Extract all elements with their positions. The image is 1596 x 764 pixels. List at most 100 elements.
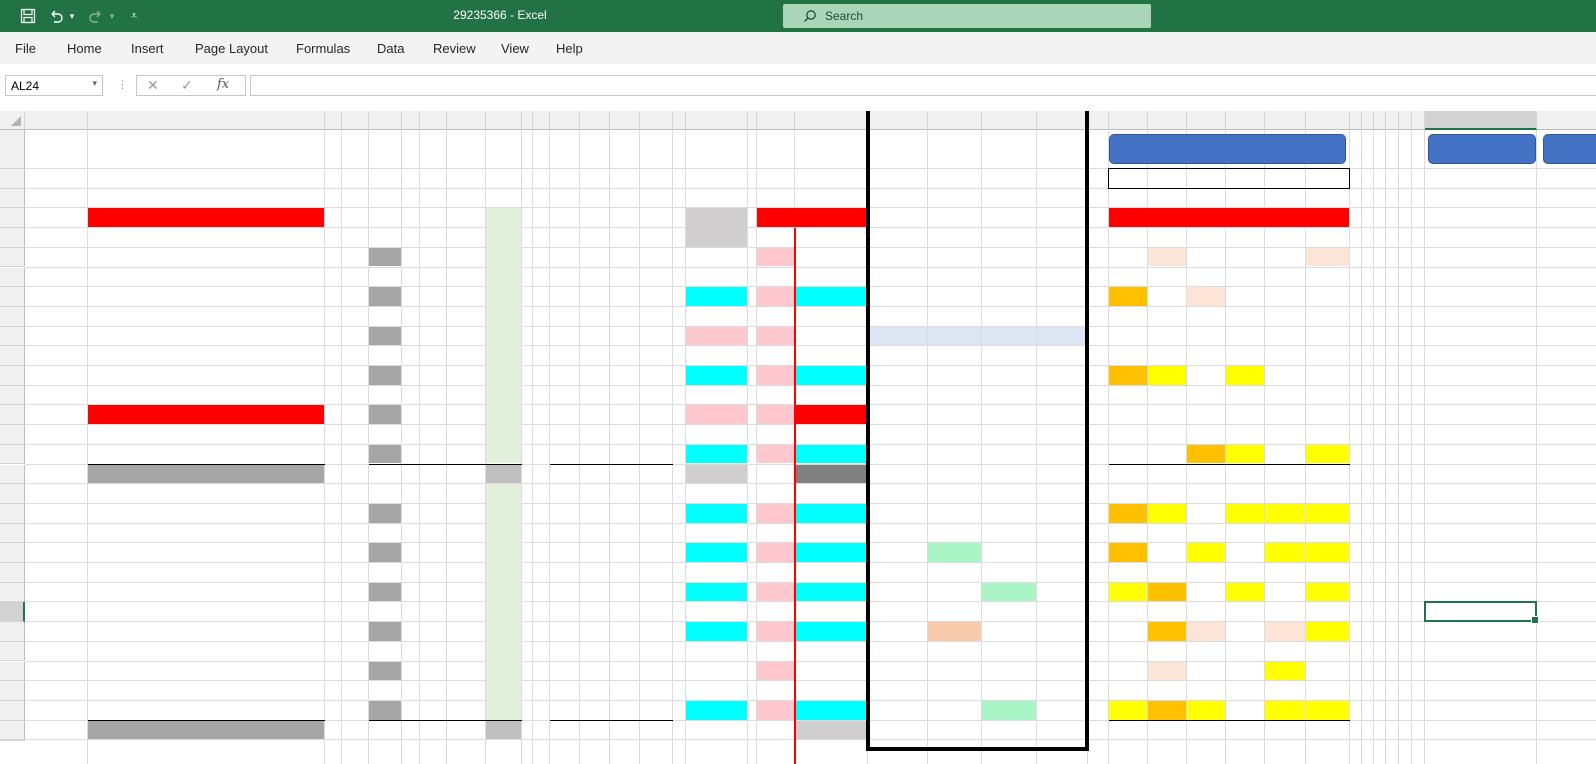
row-header-11[interactable] [0, 346, 25, 366]
partial-button[interactable] [1543, 134, 1596, 164]
row-header-24[interactable] [0, 602, 25, 623]
row-header-30[interactable] [0, 720, 25, 741]
column-header-h[interactable] [447, 111, 486, 130]
worksheet-grid[interactable] [0, 111, 1596, 764]
column-header-o[interactable] [640, 111, 673, 130]
column-header-ab[interactable] [1187, 111, 1226, 130]
column-header-j[interactable] [522, 111, 533, 130]
column-header-l[interactable] [550, 111, 580, 130]
row-header-13[interactable] [0, 385, 25, 406]
column-header-aj[interactable] [1399, 111, 1412, 130]
column-header-n[interactable] [610, 111, 640, 130]
column-header-af[interactable] [1350, 111, 1362, 130]
row-header-19[interactable] [0, 503, 25, 524]
row-header-17[interactable] [0, 464, 25, 485]
pm-cell [757, 582, 794, 602]
column-header-f[interactable] [402, 111, 420, 130]
row-header-2[interactable] [0, 169, 25, 189]
column-header-r[interactable] [748, 111, 757, 130]
row-header-7[interactable] [0, 267, 25, 288]
column-header-g[interactable] [420, 111, 447, 130]
menu-view[interactable]: View [501, 41, 529, 56]
count-cell-e [369, 661, 401, 681]
row-header-9[interactable] [0, 306, 25, 327]
select-all-corner[interactable] [0, 111, 25, 130]
column-header-k[interactable] [533, 111, 550, 130]
menu-insert[interactable]: Insert [131, 41, 164, 56]
column-header-ad[interactable] [1265, 111, 1306, 130]
column-header-ae[interactable] [1306, 111, 1350, 130]
dkey-z-button[interactable] [1428, 134, 1536, 164]
column-header-partial[interactable] [1537, 111, 1596, 130]
row-header-5[interactable] [0, 228, 25, 248]
count-cell-e [369, 503, 401, 523]
column-header-ai[interactable] [1386, 111, 1399, 130]
column-header-s[interactable] [757, 111, 795, 130]
row-header-6[interactable] [0, 247, 25, 268]
column-header-b[interactable] [88, 111, 325, 130]
menu-review[interactable]: Review [433, 41, 476, 56]
gridline-vertical [1398, 130, 1399, 764]
pair-value-cell [1226, 701, 1264, 720]
search-box[interactable]: Search [783, 4, 1151, 28]
row-header-10[interactable] [0, 326, 25, 347]
digit-cell [550, 701, 579, 720]
menu-data[interactable]: Data [377, 41, 404, 56]
column-header-y[interactable] [1088, 111, 1109, 130]
pair-value-cell [1109, 543, 1147, 562]
row-header-18[interactable] [0, 484, 25, 504]
column-header-a[interactable] [25, 111, 88, 130]
row-header-31[interactable] [0, 740, 25, 742]
row-header-26[interactable] [0, 641, 25, 662]
row-header-1[interactable] [0, 130, 25, 169]
fx-icon[interactable]: fx [217, 77, 229, 92]
selected-cell-al24[interactable] [1424, 601, 1539, 625]
formula-input[interactable] [250, 75, 1596, 96]
column-header-m[interactable] [580, 111, 610, 130]
pair-value-cell [1109, 248, 1147, 267]
consecutive-trig-pairs-button[interactable] [1109, 134, 1346, 164]
column-header-z[interactable] [1109, 111, 1148, 130]
menu-help[interactable]: Help [556, 41, 583, 56]
row-header-15[interactable] [0, 425, 25, 445]
column-header-ak[interactable] [1412, 111, 1425, 130]
row-header-29[interactable] [0, 700, 25, 721]
column-header-t[interactable] [795, 111, 868, 130]
row-header-22[interactable] [0, 563, 25, 583]
row-header-12[interactable] [0, 366, 25, 386]
column-header-aa[interactable] [1148, 111, 1187, 130]
column-header-p[interactable] [673, 111, 686, 130]
row-header-21[interactable] [0, 543, 25, 563]
pair-value-cell [1306, 444, 1349, 464]
pm-cell [757, 543, 794, 562]
column-header-e[interactable] [369, 111, 402, 130]
column-header-d[interactable] [342, 111, 369, 130]
row-header-23[interactable] [0, 582, 25, 603]
column-header-ac[interactable] [1226, 111, 1265, 130]
column-header-q[interactable] [686, 111, 748, 130]
column-header-ag[interactable] [1362, 111, 1374, 130]
row-header-25[interactable] [0, 622, 25, 642]
menu-formulas[interactable]: Formulas [296, 41, 350, 56]
row-header-8[interactable] [0, 287, 25, 307]
column-header-i[interactable] [486, 111, 522, 130]
fill-handle[interactable] [1531, 616, 1539, 625]
column-header-al[interactable] [1425, 111, 1537, 130]
row-header-14[interactable] [0, 405, 25, 426]
menu-home[interactable]: Home [67, 41, 102, 56]
pair-value-cell [1265, 405, 1305, 424]
menu-page-layout[interactable]: Page Layout [195, 41, 268, 56]
red-divider-line [794, 228, 796, 764]
menu-file[interactable]: File [15, 41, 36, 56]
row-header-20[interactable] [0, 523, 25, 544]
row-header-16[interactable] [0, 444, 25, 465]
gridline-horizontal [25, 266, 1596, 268]
column-header-ah[interactable] [1374, 111, 1386, 130]
row-header-28[interactable] [0, 681, 25, 701]
row-header-3[interactable] [0, 188, 25, 209]
row-header-4[interactable] [0, 208, 25, 229]
row-header-27[interactable] [0, 661, 25, 682]
name-box[interactable]: AL24 ▾ [5, 75, 103, 96]
column-header-c[interactable] [325, 111, 342, 130]
name-box-dropdown-icon[interactable]: ▾ [92, 78, 97, 89]
